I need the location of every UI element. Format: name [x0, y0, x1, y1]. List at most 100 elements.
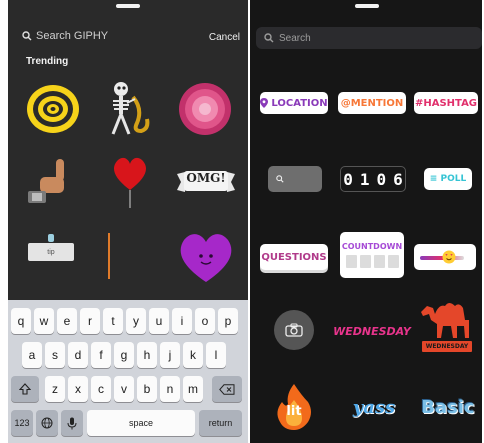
key-s[interactable]: s [45, 342, 65, 368]
gif-orange-line[interactable] [104, 232, 114, 280]
search-icon [276, 175, 284, 183]
countdown-label: COUNTDOWN [341, 242, 403, 251]
key-b[interactable]: b [137, 376, 157, 402]
yass-sticker[interactable]: yass [342, 392, 406, 422]
location-pin-icon [260, 98, 269, 108]
search-sticker[interactable] [268, 166, 322, 192]
shift-key[interactable] [11, 376, 39, 402]
key-f[interactable]: f [91, 342, 111, 368]
wednesday-label: WEDNESDAY [333, 324, 411, 338]
mention-sticker[interactable]: @MENTION [338, 92, 406, 114]
questions-label: QUESTIONS [261, 251, 327, 263]
numbers-key[interactable]: 123 [11, 410, 33, 436]
key-t[interactable]: t [103, 308, 123, 334]
shift-icon [19, 383, 31, 395]
countdown-digits: 0106 [343, 169, 410, 189]
lit-label: lit [286, 404, 302, 419]
key-a[interactable]: a [22, 342, 42, 368]
sticker-search-input[interactable] [279, 32, 459, 44]
countdown-box [345, 255, 357, 268]
keyboard: q w e r t y u i o p a s d f g h j k l z … [8, 300, 248, 443]
search-icon [22, 31, 32, 41]
giphy-panel: Cancel Trending [8, 0, 248, 443]
heart-balloon-icon [114, 157, 146, 208]
purple-heart-icon [180, 234, 232, 282]
wednesday-text-sticker[interactable]: WEDNESDAY [333, 318, 411, 344]
globe-key[interactable] [36, 410, 58, 436]
mention-label: @MENTION [340, 97, 404, 109]
key-h[interactable]: h [137, 342, 157, 368]
basic-label: Basic [421, 396, 475, 418]
key-m[interactable]: m [183, 376, 203, 402]
gif-omg-banner[interactable]: OMG! [174, 160, 238, 204]
hashtag-label: #HASHTAG [414, 97, 478, 109]
key-d[interactable]: d [68, 342, 88, 368]
drag-handle[interactable] [116, 4, 140, 8]
key-z[interactable]: z [45, 376, 65, 402]
sticker-search-bar[interactable] [256, 27, 482, 49]
camel-caption: WEDNESDAY [421, 341, 473, 352]
poll-label: ≡ POLL [429, 174, 467, 184]
delete-key[interactable] [212, 376, 242, 402]
gif-tip-sign[interactable]: tip [26, 232, 76, 272]
key-k[interactable]: k [183, 342, 203, 368]
key-c[interactable]: c [91, 376, 111, 402]
camel-icon [421, 303, 469, 338]
key-o[interactable]: o [195, 308, 215, 334]
omg-text: OMG! [186, 171, 226, 185]
key-u[interactable]: u [149, 308, 169, 334]
lit-sticker[interactable]: lit [272, 382, 316, 432]
countdown-box [373, 255, 385, 268]
countdown-digits-sticker[interactable]: 0106 [340, 166, 406, 192]
gif-skeleton-saxophone[interactable] [98, 76, 158, 142]
countdown-box [359, 255, 371, 268]
camera-sticker[interactable] [274, 310, 314, 350]
key-y[interactable]: y [126, 308, 146, 334]
key-w[interactable]: w [34, 308, 54, 334]
poll-sticker[interactable]: ≡ POLL [424, 168, 472, 190]
key-q[interactable]: q [11, 308, 31, 334]
dictation-key[interactable] [61, 410, 83, 436]
orange-line-shape [108, 233, 110, 279]
space-key[interactable]: space [87, 410, 195, 436]
heart-eyes-emoji-icon [442, 250, 456, 264]
giphy-search-input[interactable] [36, 30, 186, 42]
gif-purple-heart[interactable] [174, 226, 238, 288]
location-sticker[interactable]: LOCATION [260, 92, 328, 114]
key-p[interactable]: p [218, 308, 238, 334]
sticker-panel: LOCATION @MENTION #HASHTAG 0106 ≡ POLL Q… [250, 0, 482, 443]
search-icon [264, 33, 274, 43]
tip-text: tip [47, 248, 55, 256]
section-title: Trending [26, 56, 69, 67]
countdown-sticker[interactable]: COUNTDOWN [340, 232, 404, 278]
key-j[interactable]: j [160, 342, 180, 368]
globe-icon [41, 417, 53, 429]
backspace-icon [219, 383, 235, 395]
key-x[interactable]: x [68, 376, 88, 402]
emoji-slider-sticker[interactable] [414, 244, 476, 270]
key-i[interactable]: i [172, 308, 192, 334]
cancel-button[interactable]: Cancel [209, 32, 240, 43]
gif-yellow-spiral[interactable] [20, 76, 86, 142]
skeleton-icon [111, 82, 150, 135]
gif-red-balloon[interactable] [106, 150, 154, 212]
countdown-box [387, 255, 399, 268]
key-e[interactable]: e [57, 308, 77, 334]
key-v[interactable]: v [114, 376, 134, 402]
hashtag-sticker[interactable]: #HASHTAG [414, 92, 478, 114]
key-l[interactable]: l [206, 342, 226, 368]
key-g[interactable]: g [114, 342, 134, 368]
basic-sticker[interactable]: Basic [420, 390, 476, 424]
gif-thumbs-up[interactable] [22, 150, 84, 212]
key-r[interactable]: r [80, 308, 100, 334]
giphy-search-bar[interactable] [22, 30, 186, 42]
camel-sticker[interactable]: WEDNESDAY [416, 296, 478, 362]
key-n[interactable]: n [160, 376, 180, 402]
drag-handle[interactable] [355, 4, 379, 8]
gif-pink-flower[interactable] [172, 76, 238, 142]
questions-sticker[interactable]: QUESTIONS [260, 244, 328, 270]
flower-icon [179, 83, 231, 135]
camera-icon [285, 323, 303, 337]
location-label: LOCATION [271, 97, 328, 109]
return-key[interactable]: return [199, 410, 242, 436]
